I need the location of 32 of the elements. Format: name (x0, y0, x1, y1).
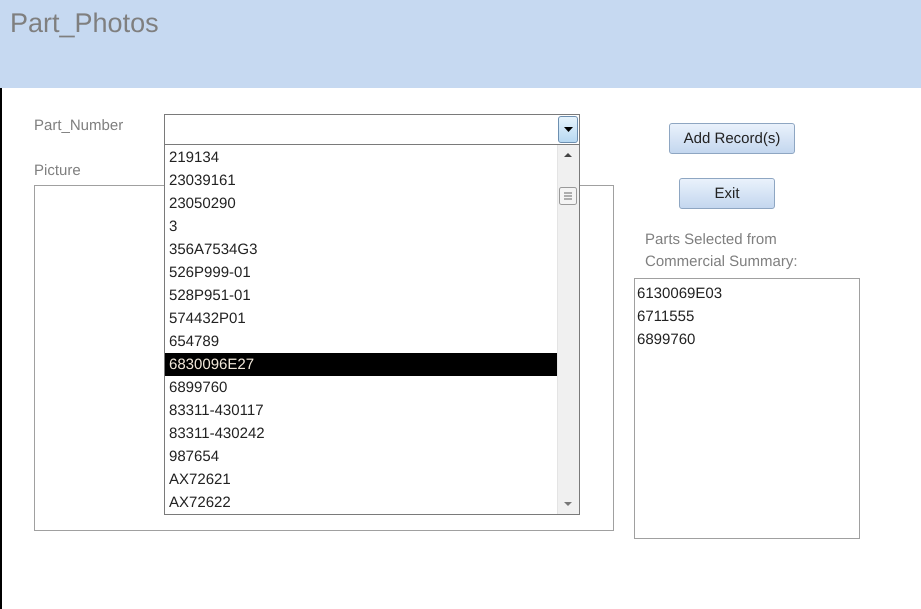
dropdown-item[interactable]: 987654 (165, 445, 557, 468)
dropdown-item[interactable]: 23050290 (165, 192, 557, 215)
dropdown-item[interactable]: 526P999-01 (165, 261, 557, 284)
form-title: Part_Photos (10, 8, 159, 38)
dropdown-item[interactable]: AX72622 (165, 491, 557, 514)
scroll-down-icon (564, 502, 572, 506)
dropdown-item[interactable]: 83311-430117 (165, 399, 557, 422)
dropdown-item[interactable]: 23039161 (165, 169, 557, 192)
dropdown-item[interactable]: 6899760 (165, 376, 557, 399)
dropdown-item[interactable]: 6830096E27 (165, 353, 557, 376)
scrollbar[interactable] (557, 145, 579, 514)
list-item[interactable]: 6130069E03 (635, 282, 859, 305)
dropdown-item[interactable]: 654789 (165, 330, 557, 353)
dropdown-item[interactable]: 219134 (165, 146, 557, 169)
caret-icon (564, 127, 572, 132)
dropdown-item[interactable]: AX72621 (165, 468, 557, 491)
list-label: Parts Selected from Commercial Summary: (645, 230, 799, 272)
scroll-up-icon (564, 153, 572, 157)
field-label: Part_Number (34, 116, 124, 134)
scroll-thumb[interactable] (559, 187, 577, 205)
dropdown-item[interactable]: 83311-430242 (165, 422, 557, 445)
dropdown-item[interactable]: 356A7534G3 (165, 238, 557, 261)
dropdown-item[interactable]: 528P951-01 (165, 284, 557, 307)
parts-list-box[interactable]: 6130069E03 6711555 6899760 (634, 278, 860, 539)
dropdown-button[interactable] (558, 116, 578, 143)
list-item[interactable]: 6899760 (635, 328, 859, 351)
field-label: Picture (34, 162, 82, 179)
add-records-button[interactable]: Add Record(s) (669, 123, 795, 154)
dropdown-item[interactable]: 3 (165, 215, 557, 238)
dropdown-item[interactable]: 574432P01 (165, 307, 557, 330)
list-item[interactable]: 6711555 (635, 305, 859, 328)
exit-button[interactable]: Exit (679, 178, 775, 209)
